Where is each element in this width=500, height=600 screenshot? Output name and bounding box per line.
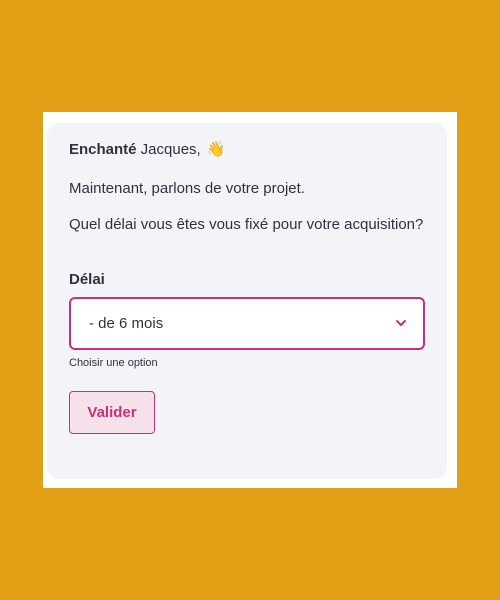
greeting-name: Jacques, (136, 141, 205, 158)
message-project: Maintenant, parlons de votre projet. (69, 180, 305, 197)
chat-card: Enchanté Jacques, 👋 Maintenant, parlons … (47, 123, 447, 479)
message-question: Quel délai vous êtes vous fixé pour votr… (69, 216, 424, 233)
validate-button[interactable]: Valider (69, 391, 155, 434)
help-text: Choisir une option (69, 357, 158, 369)
waving-hand-icon: 👋 (206, 141, 226, 158)
chevron-down-icon (396, 320, 406, 326)
delai-selected-value: - de 6 mois (89, 315, 164, 332)
greeting-line: Enchanté Jacques, 👋 (69, 141, 425, 159)
greeting-bold: Enchanté (69, 141, 137, 158)
delai-select[interactable]: - de 6 mois (69, 297, 425, 350)
chat-frame: Enchanté Jacques, 👋 Maintenant, parlons … (43, 112, 457, 488)
field-label-delai: Délai (69, 271, 105, 288)
